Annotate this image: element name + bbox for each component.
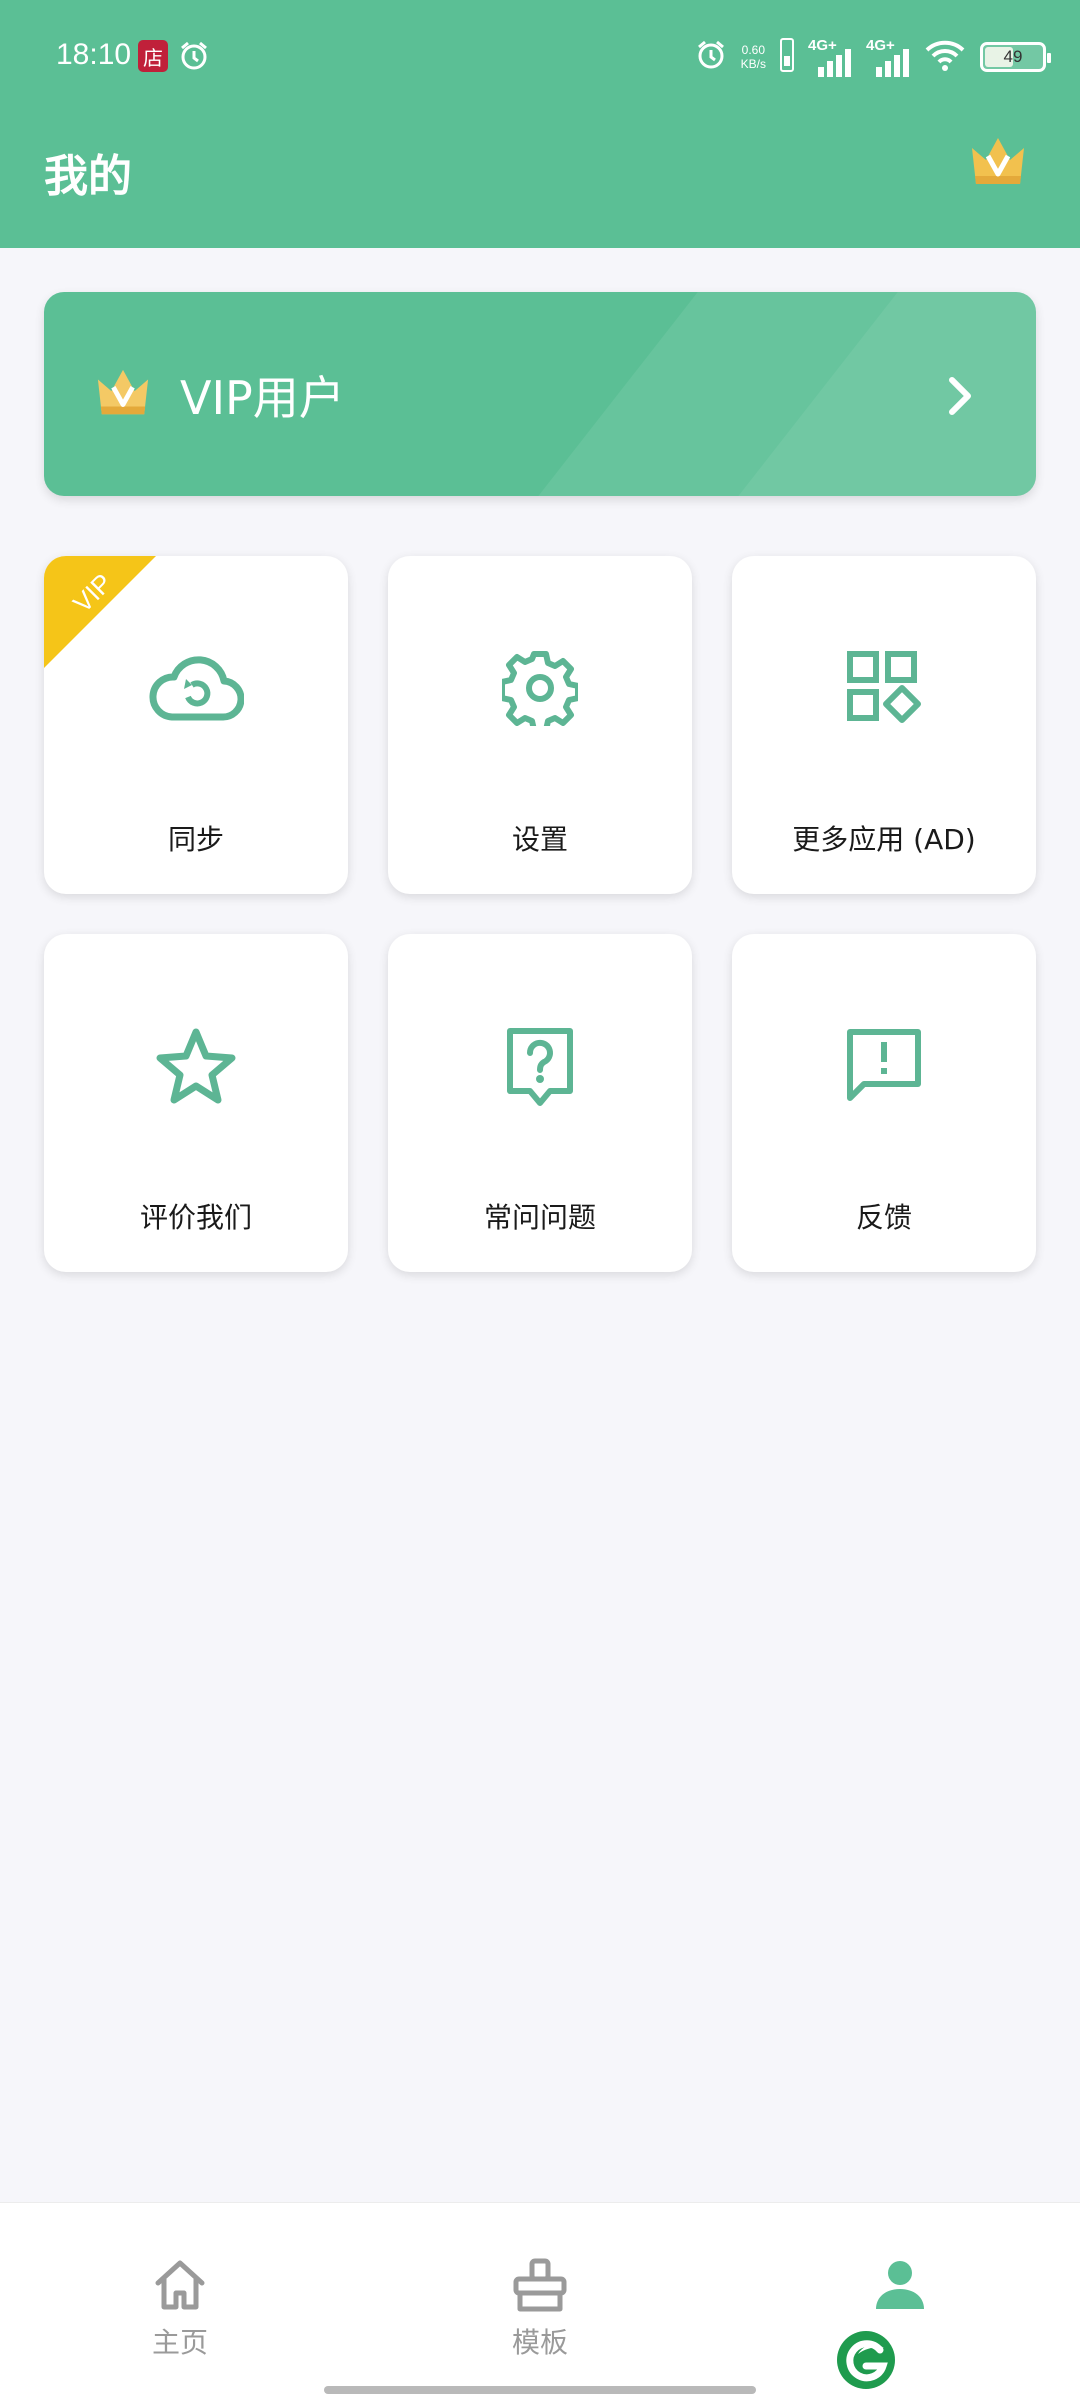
profile-icon — [876, 2261, 924, 2309]
sync-card[interactable]: VIP 同步 — [44, 556, 348, 894]
sync-label: 同步 — [167, 823, 224, 856]
gear-icon — [490, 638, 590, 738]
tab-home-label: 主页 — [151, 2326, 208, 2359]
battery-icon: 49 — [980, 42, 1051, 72]
tab-templates-label: 模板 — [511, 2326, 568, 2359]
shop-badge-icon: 店 — [138, 40, 168, 72]
template-icon — [513, 2258, 567, 2312]
net-speed-unit: KB/s — [740, 57, 766, 71]
sim-icon — [780, 38, 794, 76]
chevron-right-icon — [940, 372, 980, 424]
wifi-icon — [924, 38, 966, 76]
signal-icon: 4G+ — [808, 37, 852, 77]
vip-user-banner[interactable]: VIP用户 — [44, 292, 1036, 496]
alarm-icon — [695, 39, 727, 75]
alarm-icon — [178, 40, 210, 76]
cloud-sync-icon — [146, 638, 246, 738]
tab-profile[interactable] — [720, 2203, 1080, 2400]
feedback-card[interactable]: 反馈 — [732, 934, 1036, 1272]
status-indicators: 0.60 KB/s 4G+ 4G+ 49 — [695, 32, 1051, 82]
tab-home[interactable]: 主页 — [0, 2203, 360, 2400]
feedback-label: 反馈 — [855, 1201, 912, 1234]
rate-us-label: 评价我们 — [139, 1201, 252, 1234]
page-title: 我的 — [44, 151, 132, 202]
more-apps-card[interactable]: 更多应用 (AD) — [732, 556, 1036, 894]
star-icon — [146, 1016, 246, 1116]
help-question-icon — [490, 1016, 590, 1116]
faq-card[interactable]: 常问问题 — [388, 934, 692, 1272]
apps-grid-icon — [834, 638, 934, 738]
net-speed-value: 0.60 — [741, 43, 765, 57]
home-icon — [155, 2260, 205, 2310]
app-logo-icon[interactable] — [836, 2330, 896, 2394]
tab-templates[interactable]: 模板 — [360, 2203, 720, 2400]
battery-level: 49 — [1003, 47, 1023, 66]
feedback-icon — [834, 1016, 934, 1116]
status-time: 18:10 — [56, 38, 132, 71]
vip-crown-icon — [94, 366, 152, 424]
signal-icon: 4G+ — [866, 37, 910, 77]
app-header: 18:10 店 0.60 KB/s 4G+ 4G+ 49 我的 — [0, 0, 1080, 248]
rate-us-card[interactable]: 评价我们 — [44, 934, 348, 1272]
more-apps-label: 更多应用 (AD) — [792, 823, 976, 856]
status-bar: 18:10 店 0.60 KB/s 4G+ 4G+ 49 — [0, 0, 1080, 112]
vip-crown-icon[interactable] — [968, 134, 1028, 194]
settings-card[interactable]: 设置 — [388, 556, 692, 894]
net-speed: 0.60 KB/s — [741, 43, 766, 71]
vip-user-label: VIP用户 — [180, 371, 345, 425]
bottom-tab-bar: 主页 模板 — [0, 2202, 1080, 2400]
home-indicator[interactable] — [324, 2386, 756, 2394]
faq-label: 常问问题 — [483, 1201, 596, 1234]
settings-label: 设置 — [511, 823, 568, 856]
